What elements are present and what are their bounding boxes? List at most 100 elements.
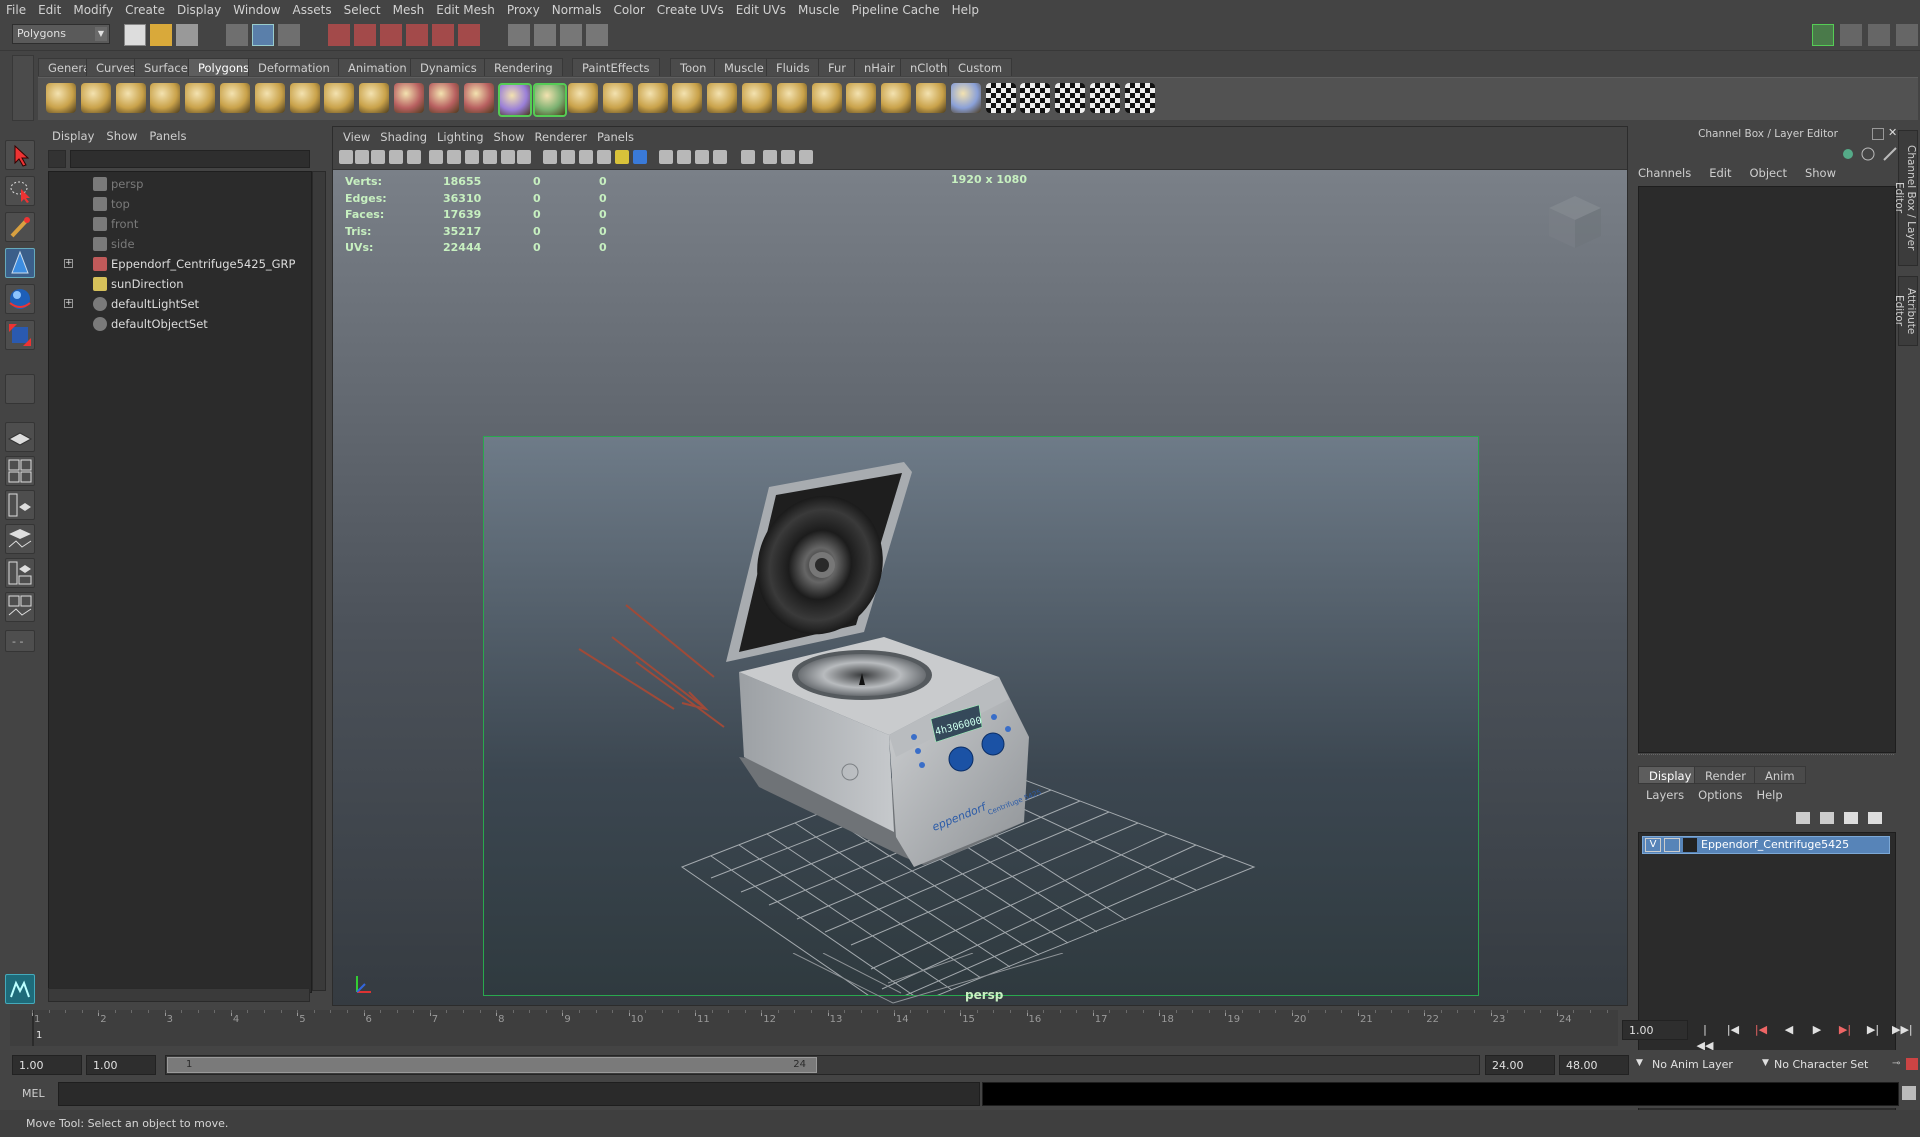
poly-helix-icon[interactable] [324, 83, 355, 113]
range-slider-thumb[interactable]: 1 24 [167, 1057, 817, 1073]
menu-proxy[interactable]: Proxy [501, 3, 546, 17]
pin-icon[interactable] [1883, 147, 1897, 161]
poly-soccer-icon[interactable] [359, 83, 390, 113]
move-layer-up-icon[interactable] [1796, 812, 1810, 824]
menu-edit-uvs[interactable]: Edit UVs [730, 3, 792, 17]
outliner-item[interactable]: defaultObjectSet [49, 314, 309, 334]
menu-mesh[interactable]: Mesh [387, 3, 431, 17]
outliner-item[interactable]: front [49, 214, 309, 234]
viewport-menu-shading[interactable]: Shading [380, 130, 427, 144]
hypershade-persp-layout-icon[interactable] [5, 558, 35, 588]
grid-icon[interactable] [407, 150, 421, 164]
menu-edit[interactable]: Edit [32, 3, 67, 17]
toggle-attribute-editor-icon[interactable] [1812, 24, 1834, 46]
key-icon[interactable] [1843, 149, 1853, 159]
outliner-vertical-scrollbar[interactable] [312, 171, 326, 991]
wireframe-on-shaded-icon[interactable] [579, 150, 593, 164]
poly-cylinder-icon[interactable] [115, 83, 146, 113]
menu-select[interactable]: Select [338, 3, 387, 17]
anim-layer-dropdown[interactable]: ▼ No Anim Layer [1636, 1055, 1760, 1075]
wireframe-icon[interactable] [543, 150, 557, 164]
outliner-item[interactable]: + Eppendorf_Centrifuge5425_GRP [49, 254, 309, 274]
field-chart-icon[interactable] [483, 150, 497, 164]
outliner-menu-display[interactable]: Display [52, 129, 94, 143]
auto-key-icon[interactable]: ⊸ [1892, 1058, 1904, 1070]
range-slider-track[interactable]: 1 24 [165, 1055, 1480, 1075]
float-panel-icon[interactable] [1872, 128, 1884, 140]
camera-attributes-icon[interactable] [355, 150, 369, 164]
channelbox-menu-edit[interactable]: Edit [1709, 166, 1731, 180]
offset-edgeloop-icon[interactable] [742, 83, 772, 113]
film-gate-icon[interactable] [429, 150, 443, 164]
channelbox-menu-show[interactable]: Show [1805, 166, 1836, 180]
outliner-filter-icon[interactable] [48, 150, 66, 168]
insert-edgeloop-icon[interactable] [707, 83, 738, 113]
collapse-icon[interactable] [846, 83, 877, 113]
expand-icon[interactable]: + [64, 259, 73, 268]
render-settings-icon[interactable] [586, 24, 608, 46]
command-input[interactable] [58, 1082, 980, 1106]
menu-muscle[interactable]: Muscle [792, 3, 846, 17]
animation-preferences-icon[interactable] [1906, 1058, 1918, 1070]
viewport-menu-lighting[interactable]: Lighting [437, 130, 483, 144]
shelf-tab-painteffects[interactable]: PaintEffects [572, 58, 660, 76]
shadows-icon[interactable] [633, 150, 647, 164]
channelbox-menu-object[interactable]: Object [1750, 166, 1787, 180]
layer-menu-help[interactable]: Help [1756, 788, 1782, 802]
xray-components-icon[interactable] [799, 150, 813, 164]
side-tab-channel-box-layer-editor[interactable]: Channel Box / Layer Editor [1893, 130, 1918, 266]
view-cube-icon[interactable] [1539, 188, 1611, 260]
textured-icon[interactable] [597, 150, 611, 164]
rotate-tool-icon[interactable] [5, 284, 35, 314]
bookmark-icon[interactable] [371, 150, 385, 164]
isolate-select-icon[interactable] [741, 150, 755, 164]
shelf-menu-icon[interactable] [12, 55, 34, 121]
step-forward-key-icon[interactable]: ▶| [1864, 1022, 1882, 1038]
time-slider[interactable]: 1 1 2 3 4 5 6 7 8 9 10 11 12 13 14 15 16 17 18 19 20 21 22 23 2… [10, 1010, 1618, 1046]
use-lights-icon[interactable] [615, 150, 629, 164]
uv-editor-icon[interactable] [1020, 83, 1051, 113]
outliner-item[interactable]: persp [49, 174, 309, 194]
menu-modify[interactable]: Modify [67, 3, 119, 17]
poly-cube-icon[interactable] [80, 83, 111, 113]
outliner-item[interactable]: sunDirection [49, 274, 309, 294]
character-set-dropdown[interactable]: ▼ No Character Set [1762, 1055, 1892, 1075]
menu-pipeline-cache[interactable]: Pipeline Cache [846, 3, 946, 17]
snap-point-icon[interactable] [380, 24, 402, 46]
shelf-tab-fur[interactable]: Fur [818, 58, 857, 76]
layer-tab-anim[interactable]: Anim [1754, 766, 1806, 784]
safe-title-icon[interactable] [517, 150, 531, 164]
shelf-tab-deformation[interactable]: Deformation [248, 58, 340, 76]
go-to-end-icon[interactable]: ▶▶| [1892, 1022, 1913, 1038]
menu-edit-mesh[interactable]: Edit Mesh [430, 3, 501, 17]
select-hierarchy-icon[interactable] [226, 24, 248, 46]
gate-mask-icon[interactable] [465, 150, 479, 164]
shelf-tab-toon[interactable]: Toon [670, 58, 717, 76]
current-time-field[interactable]: 1.00 [1622, 1020, 1688, 1040]
layer-tab-display[interactable]: Display [1638, 766, 1703, 784]
poly-sphere-icon[interactable] [46, 83, 76, 113]
select-tool-icon[interactable] [5, 140, 35, 170]
persp-hypershade-layout-icon[interactable] [5, 592, 35, 622]
side-tab-attribute-editor[interactable]: Attribute Editor [1893, 276, 1918, 346]
checker-uv-icon[interactable] [985, 83, 1016, 113]
layout-options-icon[interactable]: - - [5, 630, 35, 652]
select-object-icon[interactable] [252, 24, 274, 46]
viewport-menu-view[interactable]: View [343, 130, 370, 144]
poly-prism-icon[interactable] [254, 83, 285, 113]
layer-row[interactable]: V Eppendorf_Centrifuge5425 [1642, 836, 1890, 854]
poly-plane-icon[interactable] [185, 83, 216, 113]
shelf-tab-custom[interactable]: Custom [948, 58, 1013, 76]
layer-visibility-toggle[interactable]: V [1645, 838, 1661, 852]
cut-faces-icon[interactable] [776, 83, 807, 113]
outliner-horizontal-scrollbar[interactable] [48, 988, 310, 1002]
render-current-icon[interactable] [534, 24, 556, 46]
make-live-icon[interactable] [432, 24, 454, 46]
depth-of-field-icon[interactable] [713, 150, 727, 164]
anti-alias-icon[interactable] [695, 150, 709, 164]
toggle-channel-box-icon[interactable] [1868, 24, 1890, 46]
menu-create-uvs[interactable]: Create UVs [651, 3, 730, 17]
select-camera-icon[interactable] [339, 150, 353, 164]
layout-uv-icon[interactable] [1055, 83, 1086, 113]
extrude-icon[interactable] [602, 83, 633, 113]
